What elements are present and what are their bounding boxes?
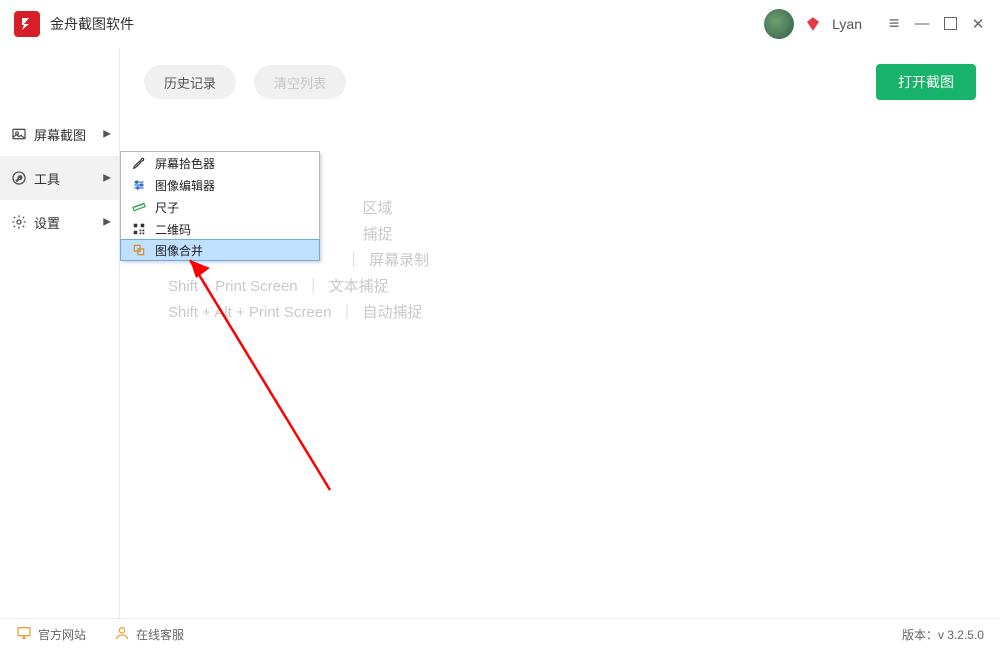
submenu-item-label: 图像合并 — [155, 242, 203, 259]
close-button[interactable] — [964, 10, 992, 38]
footer-link-label: 在线客服 — [136, 626, 184, 643]
history-button[interactable]: 历史记录 — [144, 65, 236, 99]
official-site-link[interactable]: 官方网站 — [16, 625, 86, 644]
sidebar-item-label: 工具 — [34, 169, 60, 188]
sliders-icon — [129, 178, 149, 192]
eyedropper-icon — [129, 156, 149, 170]
chevron-right-icon: ▶ — [103, 173, 111, 184]
app-logo — [14, 11, 40, 37]
menu-button[interactable] — [880, 10, 908, 38]
submenu-item-label: 图像编辑器 — [155, 177, 215, 194]
hint-row: Shift + Print Screen｜文本捕捉 — [168, 274, 976, 300]
image-icon — [10, 126, 28, 142]
headset-icon — [114, 625, 130, 644]
monitor-icon — [16, 625, 32, 644]
submenu-item-image-merge[interactable]: 图像合并 — [120, 239, 320, 261]
sidebar-item-screenshot[interactable]: 屏幕截图 ▶ — [0, 112, 119, 156]
wrench-icon — [10, 170, 28, 186]
open-capture-button[interactable]: 打开截图 — [876, 64, 976, 100]
sidebar-item-label: 屏幕截图 — [34, 125, 86, 144]
footer: 官方网站 在线客服 版本：v 3.2.5.0 — [0, 618, 1000, 650]
version-label: 版本：v 3.2.5.0 — [902, 626, 984, 643]
minimize-button[interactable] — [908, 10, 936, 38]
gear-icon — [10, 214, 28, 230]
submenu-item-color-picker[interactable]: 屏幕拾色器 — [121, 152, 319, 174]
titlebar: 金舟截图软件 Lyan — [0, 0, 1000, 48]
toolbar: 历史记录 清空列表 打开截图 — [144, 64, 976, 100]
footer-link-label: 官方网站 — [38, 626, 86, 643]
merge-icon — [129, 243, 149, 257]
sidebar-item-tools[interactable]: 工具 ▶ — [0, 156, 119, 200]
username-label[interactable]: Lyan — [832, 16, 862, 32]
support-link[interactable]: 在线客服 — [114, 625, 184, 644]
submenu-item-label: 二维码 — [155, 221, 191, 238]
submenu-item-label: 屏幕拾色器 — [155, 155, 215, 172]
submenu-item-ruler[interactable]: 尺子 — [121, 196, 319, 218]
submenu-item-qrcode[interactable]: 二维码 — [121, 218, 319, 240]
sidebar-item-settings[interactable]: 设置 ▶ — [0, 200, 119, 244]
clear-list-button[interactable]: 清空列表 — [254, 65, 346, 99]
chevron-right-icon: ▶ — [103, 217, 111, 228]
gem-icon[interactable] — [804, 15, 822, 33]
sidebar: 屏幕截图 ▶ 工具 ▶ 设置 ▶ — [0, 48, 120, 618]
hint-row: Shift + Alt + Print Screen｜自动捕捉 — [168, 300, 976, 326]
submenu-item-image-editor[interactable]: 图像编辑器 — [121, 174, 319, 196]
submenu-item-label: 尺子 — [155, 199, 179, 216]
ruler-icon — [129, 200, 149, 214]
avatar[interactable] — [764, 9, 794, 39]
maximize-button[interactable] — [936, 10, 964, 38]
chevron-right-icon: ▶ — [103, 129, 111, 140]
app-title: 金舟截图软件 — [50, 14, 134, 34]
sidebar-item-label: 设置 — [34, 213, 60, 232]
main: 历史记录 清空列表 打开截图 Shift + Alt + Print Scree… — [120, 48, 1000, 618]
qrcode-icon — [129, 222, 149, 236]
tools-submenu: 屏幕拾色器 图像编辑器 尺子 二维码 图像合并 — [120, 151, 320, 261]
body: 屏幕截图 ▶ 工具 ▶ 设置 ▶ 历史记录 清空列表 打开截图 Shift + … — [0, 48, 1000, 618]
